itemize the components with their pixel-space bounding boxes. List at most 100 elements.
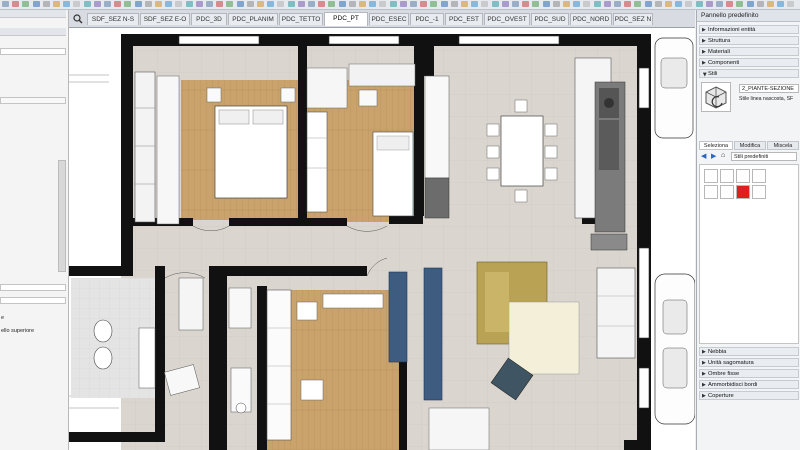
tray-section-informazioni-entit-[interactable]: ▶ Informazioni entità bbox=[699, 25, 799, 34]
tray-section-stili[interactable]: ▶ Stili bbox=[699, 69, 799, 78]
toolbar-icon[interactable] bbox=[389, 1, 397, 7]
toolbar-icon[interactable] bbox=[206, 1, 213, 7]
toolbar-icon[interactable] bbox=[257, 1, 264, 7]
toolbar-icon[interactable] bbox=[53, 1, 60, 7]
toolbar-icon[interactable] bbox=[716, 1, 723, 7]
style-thumb-selected[interactable] bbox=[736, 185, 750, 199]
toolbar-icon[interactable] bbox=[297, 1, 305, 7]
toolbar-icon[interactable] bbox=[348, 1, 356, 7]
toolbar-icon[interactable] bbox=[226, 1, 234, 7]
tab-pdc-1[interactable]: PDC_-1 bbox=[410, 13, 444, 25]
toolbar-icon[interactable] bbox=[216, 1, 224, 7]
toolbar-icon[interactable] bbox=[267, 1, 275, 7]
style-thumb[interactable] bbox=[736, 169, 750, 183]
tab-pdc-3d[interactable]: PDC_3D bbox=[191, 13, 227, 25]
toolbar-icon[interactable] bbox=[461, 1, 468, 7]
toolbar-icon[interactable] bbox=[134, 1, 142, 7]
toolbar-icon[interactable] bbox=[675, 1, 683, 7]
toolbar-icon[interactable] bbox=[12, 1, 20, 7]
toolbar-icon[interactable] bbox=[705, 1, 713, 7]
toolbar-icon[interactable] bbox=[593, 1, 601, 7]
tray-section-ammorbidisci-bordi[interactable]: ▶ Ammorbidisci bordi bbox=[699, 380, 799, 389]
toolbar-icon[interactable] bbox=[767, 1, 774, 7]
toolbar-icon[interactable] bbox=[93, 1, 101, 7]
toolbar-icon[interactable] bbox=[175, 1, 183, 7]
tray-section-unit-sagomatura[interactable]: ▶ Unità sagomatura bbox=[699, 358, 799, 367]
toolbar-icon[interactable] bbox=[359, 1, 366, 7]
tab-pdc-planim[interactable]: PDC_PLANIM bbox=[228, 13, 278, 25]
tab-pdc-nord[interactable]: PDC_NORD bbox=[570, 13, 612, 25]
toolbar-icon[interactable] bbox=[746, 1, 754, 7]
toolbar-icon[interactable] bbox=[104, 1, 111, 7]
style-collection-select[interactable]: Stili predefiniti bbox=[731, 152, 797, 161]
toolbar-icon[interactable] bbox=[777, 1, 785, 7]
toolbar-icon[interactable] bbox=[573, 1, 581, 7]
toolbar-icon[interactable] bbox=[665, 1, 672, 7]
toolbar-icon[interactable] bbox=[491, 1, 499, 7]
toolbar-icon[interactable] bbox=[399, 1, 407, 7]
toolbar-icon[interactable] bbox=[654, 1, 662, 7]
toolbar-icon[interactable] bbox=[644, 1, 652, 7]
toolbar-icon[interactable] bbox=[165, 1, 173, 7]
left-panel-input-1[interactable] bbox=[0, 284, 66, 291]
tab-sdf-sez-n-s[interactable]: SDF_SEZ N-S bbox=[87, 13, 139, 25]
left-panel-input-2[interactable] bbox=[0, 297, 66, 304]
toolbar-icon[interactable] bbox=[552, 1, 560, 7]
toolbar-icon[interactable] bbox=[410, 1, 417, 7]
toolbar-icon[interactable] bbox=[42, 1, 50, 7]
toolbar-icon[interactable] bbox=[277, 1, 285, 7]
subtab-miscela[interactable]: Miscela bbox=[767, 141, 799, 150]
tab-pdc-esec[interactable]: PDC_ESEC bbox=[369, 13, 409, 25]
toolbar-icon[interactable] bbox=[73, 1, 81, 7]
toolbar-icon[interactable] bbox=[736, 1, 744, 7]
style-thumb[interactable] bbox=[720, 169, 734, 183]
toolbar-icon[interactable] bbox=[624, 1, 632, 7]
toolbar-icon[interactable] bbox=[22, 1, 30, 7]
toolbar-icon[interactable] bbox=[685, 1, 693, 7]
tray-section-materiali[interactable]: ▶ Materiali bbox=[699, 47, 799, 56]
toolbar-icon[interactable] bbox=[583, 1, 591, 7]
toolbar-icon[interactable] bbox=[501, 1, 509, 7]
toolbar-icon[interactable] bbox=[512, 1, 519, 7]
toolbar-icon[interactable] bbox=[236, 1, 244, 7]
tab-pdc-sez-n[interactable]: PDC_SEZ N bbox=[613, 13, 653, 25]
toolbar-icon[interactable] bbox=[144, 1, 152, 7]
toolbar-icon[interactable] bbox=[195, 1, 203, 7]
toolbar-icon[interactable] bbox=[695, 1, 703, 7]
toolbar-icon[interactable] bbox=[287, 1, 295, 7]
tray-section-struttura[interactable]: ▶ Struttura bbox=[699, 36, 799, 45]
toolbar-icon[interactable] bbox=[450, 1, 458, 7]
tray-section-ombre-fisse[interactable]: ▶ Ombre fisse bbox=[699, 369, 799, 378]
toolbar-icon[interactable] bbox=[614, 1, 621, 7]
tab-pdc-sud[interactable]: PDC_SUD bbox=[531, 13, 569, 25]
toolbar-icon[interactable] bbox=[726, 1, 734, 7]
forward-icon[interactable]: ▶ bbox=[711, 152, 716, 160]
style-name-field[interactable]: 2_PIANTE-SEZIONE bbox=[739, 84, 799, 93]
tray-section-nebbia[interactable]: ▶ Nebbia bbox=[699, 347, 799, 356]
toolbar-icon[interactable] bbox=[155, 1, 162, 7]
style-preview[interactable] bbox=[701, 82, 731, 112]
style-thumb[interactable] bbox=[704, 185, 718, 199]
tab-pdc-tetto[interactable]: PDC_TETTO bbox=[279, 13, 323, 25]
style-thumb[interactable] bbox=[720, 185, 734, 199]
toolbar-icon[interactable] bbox=[308, 1, 315, 7]
left-panel-field-2[interactable] bbox=[0, 97, 66, 104]
tab-pdc-ovest[interactable]: PDC_OVEST bbox=[484, 13, 530, 25]
toolbar-icon[interactable] bbox=[246, 1, 254, 7]
tab-pdc-est[interactable]: PDC_EST bbox=[445, 13, 483, 25]
toolbar-icon[interactable] bbox=[563, 1, 570, 7]
toolbar-icon[interactable] bbox=[338, 1, 346, 7]
subtab-seleziona[interactable]: Seleziona bbox=[699, 141, 733, 150]
search-icon[interactable] bbox=[73, 14, 83, 24]
toolbar-icon[interactable] bbox=[369, 1, 377, 7]
left-panel-scrollbar[interactable] bbox=[58, 160, 66, 272]
toolbar-icon[interactable] bbox=[603, 1, 611, 7]
toolbar-icon[interactable] bbox=[471, 1, 479, 7]
drawing-viewport[interactable] bbox=[69, 28, 695, 450]
toolbar-icon[interactable] bbox=[481, 1, 489, 7]
toolbar-icon[interactable] bbox=[318, 1, 326, 7]
tray-section-coperture[interactable]: ▶ Coperture bbox=[699, 391, 799, 400]
style-thumb[interactable] bbox=[752, 169, 766, 183]
style-thumb[interactable] bbox=[752, 185, 766, 199]
tab-pdc-pt[interactable]: PDC_PT bbox=[324, 12, 368, 26]
